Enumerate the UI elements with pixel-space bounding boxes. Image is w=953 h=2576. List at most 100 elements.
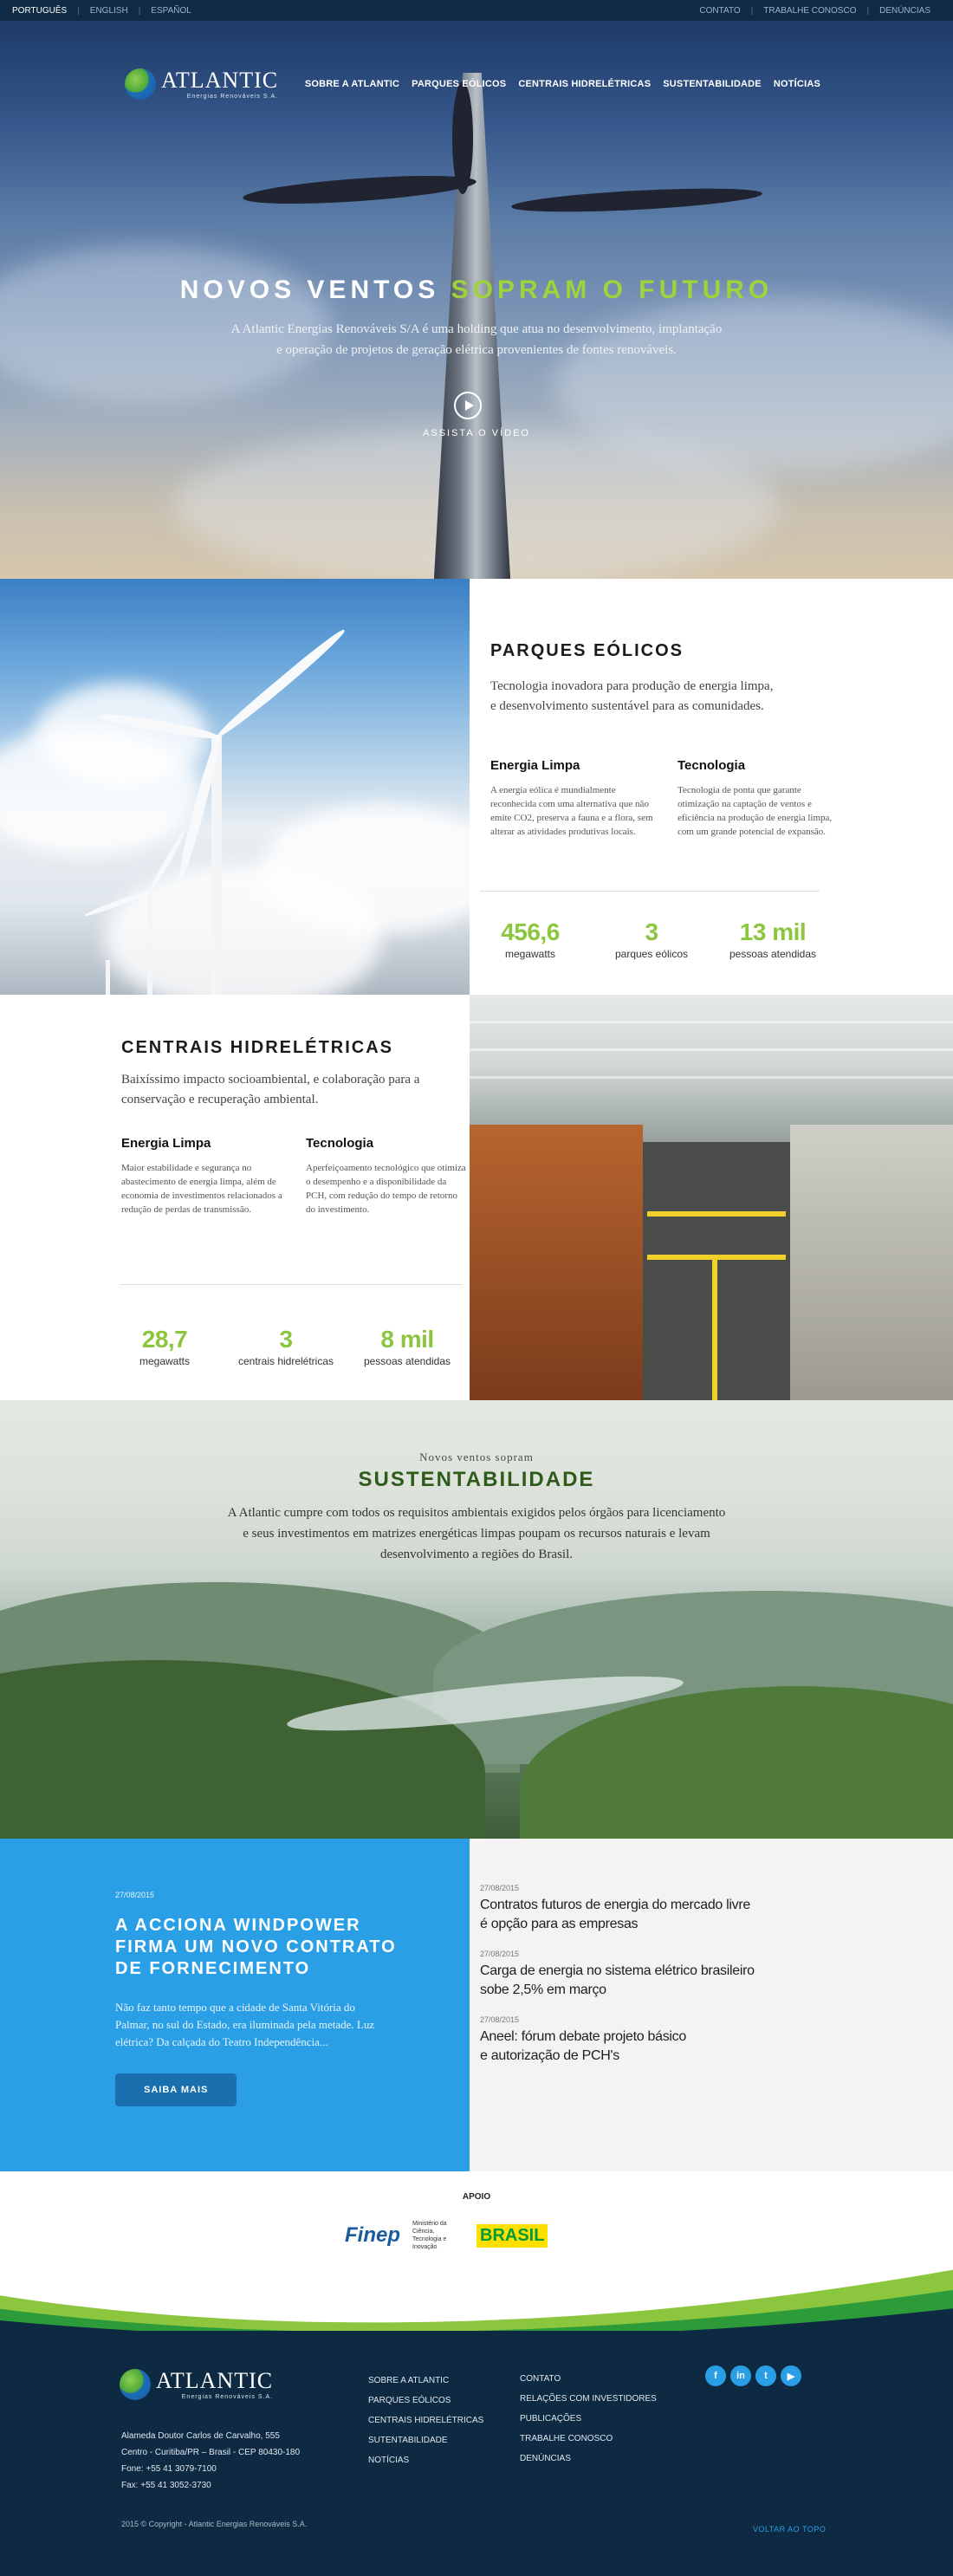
news-list-item[interactable]: 27/08/2015 Contratos futuros de energia … [480, 1884, 953, 1934]
nav-item-sustentabilidade[interactable]: SUSTENTABILIDADE [657, 79, 768, 89]
feature-text: A energia eólica é mundialmente reconhec… [490, 785, 653, 837]
top-link-contato[interactable]: CONTATO [689, 6, 750, 16]
brasil-logo[interactable]: BRASIL [476, 2223, 548, 2248]
back-to-top-link[interactable]: VOLTAR AO TOPO [753, 2525, 826, 2534]
sustainability-section: Novos ventos sopram SUSTENTABILIDADE A A… [0, 1400, 953, 1839]
divider [480, 891, 820, 892]
stat-value: 13 mil [739, 918, 807, 945]
logo[interactable]: ATLANTIC Energias Renováveis S.A. [125, 68, 278, 100]
featured-news-title[interactable]: A ACCIONA WINDPOWER FIRMA UM NOVO CONTRA… [115, 1915, 470, 1980]
linkedin-icon[interactable]: in [730, 2365, 751, 2386]
nav-item-sobre[interactable]: SOBRE A ATLANTIC [299, 79, 405, 89]
youtube-icon[interactable]: ▶ [781, 2365, 801, 2386]
feature-title: Tecnologia [677, 758, 746, 773]
decorative-wave [0, 2269, 953, 2331]
hero-section: ATLANTIC Energias Renováveis S.A. SOBRE … [0, 21, 953, 579]
top-link-denuncias[interactable]: DENÚNCIAS [869, 6, 941, 16]
footer: ATLANTIC Energias Renováveis S.A. Alamed… [0, 2331, 953, 2576]
turbine-mast [147, 891, 152, 995]
lang-espanol[interactable]: ESPAÑOL [140, 6, 202, 16]
stat-label: megawatts [139, 1355, 191, 1367]
wind-stats: 456,6 megawatts 3 parques eólicos 13 mil… [470, 918, 833, 960]
title-line: e autorização de PCH's [480, 2048, 619, 2063]
footer-link[interactable]: SUTENTABILIDADE [368, 2430, 483, 2450]
news-title: Aneel: fórum debate projeto básico e aut… [480, 2028, 953, 2066]
logo-text: ATLANTIC [156, 2367, 274, 2393]
stat-label: pessoas atendidas [729, 948, 817, 960]
footer-link[interactable]: CONTATO [520, 2369, 657, 2389]
stat-parks: 3 parques eólicos [591, 918, 712, 960]
wind-parks-section: PARQUES EÓLICOS Tecnologia inovadora par… [0, 579, 953, 995]
wall [790, 1125, 953, 1400]
footer-link[interactable]: PARQUES EÓLICOS [368, 2391, 483, 2411]
footer-link[interactable]: NOTÍCIAS [368, 2450, 483, 2470]
title-line: FIRMA UM NOVO CONTRATO [115, 1937, 397, 1956]
copyright: 2015 © Copyright - Atlantic Energias Ren… [121, 2520, 308, 2528]
news-list-item[interactable]: 27/08/2015 Carga de energia no sistema e… [480, 1950, 953, 2000]
nav-item-noticias[interactable]: NOTÍCIAS [768, 79, 827, 89]
logo-globe-icon [120, 2369, 151, 2400]
play-video-icon[interactable] [454, 392, 482, 419]
hero-title: NOVOS VENTOS SOPRAM O FUTURO [0, 276, 953, 305]
news-list-item[interactable]: 27/08/2015 Aneel: fórum debate projeto b… [480, 2015, 953, 2066]
footer-link[interactable]: SOBRE A ATLANTIC [368, 2371, 483, 2391]
feature-title: Energia Limpa [490, 758, 580, 773]
logo-tagline: Energias Renováveis S.A. [181, 2393, 274, 2400]
nav-item-parques[interactable]: PARQUES EÓLICOS [405, 79, 512, 89]
phone-line: Fone: +55 41 3079-7100 [121, 2464, 217, 2474]
news-date: 27/08/2015 [480, 1950, 520, 1958]
hero-title-white: NOVOS VENTOS [179, 276, 440, 304]
title-line: A ACCIONA WINDPOWER [115, 1916, 361, 1935]
watch-video-label[interactable]: ASSISTA O VÍDEO [0, 428, 953, 438]
footer-link[interactable]: DENÚNCIAS [520, 2449, 657, 2469]
logo-tagline: Energias Renováveis S.A. [186, 93, 279, 100]
read-more-button[interactable]: SAIBA MAIS [115, 2073, 237, 2106]
footer-logo[interactable]: ATLANTIC Energias Renováveis S.A. [120, 2369, 273, 2400]
feature-text: Tecnologia de ponta que garante otimizaç… [677, 785, 833, 837]
feature-technology: Tecnologia Tecnologia de ponta que garan… [677, 758, 842, 839]
stat-people: 13 mil pessoas atendidas [712, 918, 833, 960]
logo-text: ATLANTIC [161, 67, 279, 93]
lang-english[interactable]: ENGLISH [80, 6, 139, 16]
yellow-ladder [712, 1255, 717, 1400]
stat-value: 3 [645, 918, 658, 945]
footer-link[interactable]: RELAÇÕES COM INVESTIDORES [520, 2389, 657, 2409]
news-date: 27/08/2015 [115, 1891, 155, 1899]
news-date: 27/08/2015 [480, 1884, 520, 1892]
nav-item-centrais[interactable]: CENTRAIS HIDRELÉTRICAS [512, 79, 657, 89]
stat-label: parques eólicos [614, 948, 689, 960]
top-links: CONTATO | TRABALHE CONOSCO | DENÚNCIAS [689, 6, 941, 16]
stat-megawatts: 456,6 megawatts [470, 918, 591, 960]
hydro-text: CENTRAIS HIDRELÉTRICAS Baixíssimo impact… [0, 995, 470, 1400]
footer-link[interactable]: CENTRAIS HIDRELÉTRICAS [368, 2411, 483, 2430]
wind-parks-text: PARQUES EÓLICOS Tecnologia inovadora par… [470, 579, 953, 995]
news-title: Contratos futuros de energia do mercado … [480, 1896, 953, 1934]
stat-label: megawatts [504, 948, 556, 960]
footer-link[interactable]: PUBLICAÇÕES [520, 2409, 657, 2429]
desc-line: A Atlantic cumpre com todos os requisito… [227, 1506, 726, 1520]
stat-value: 28,7 [141, 1326, 188, 1353]
roof-beam [470, 1021, 953, 1023]
stat-value: 456,6 [501, 918, 560, 945]
roof-beam [470, 1048, 953, 1051]
mcti-logo[interactable]: Ministério da Ciência, Tecnologia e Inov… [412, 2220, 464, 2251]
news-section: 27/08/2015 A ACCIONA WINDPOWER FIRMA UM … [0, 1839, 953, 2171]
facebook-icon[interactable]: f [705, 2365, 726, 2386]
stat-value: 3 [279, 1326, 293, 1353]
desc-line: Baixíssimo impacto socioambiental, e col… [121, 1073, 420, 1087]
featured-news: 27/08/2015 A ACCIONA WINDPOWER FIRMA UM … [0, 1839, 470, 2171]
top-link-trabalhe[interactable]: TRABALHE CONOSCO [753, 6, 866, 16]
feature-title: Energia Limpa [121, 1136, 211, 1151]
lang-portugues[interactable]: PORTUGUÊS [12, 6, 77, 16]
stat-label: pessoas atendidas [363, 1355, 451, 1367]
news-date: 27/08/2015 [480, 2015, 520, 2024]
hydro-features: Energia Limpa Maior estabilidade e segur… [121, 1136, 468, 1217]
footer-link[interactable]: TRABALHE CONOSCO [520, 2429, 657, 2449]
turbine-blade [215, 626, 348, 741]
twitter-icon[interactable]: t [755, 2365, 776, 2386]
main-nav: ATLANTIC Energias Renováveis S.A. SOBRE … [0, 61, 953, 107]
news-title: Carga de energia no sistema elétrico bra… [480, 1962, 953, 2000]
finep-logo[interactable]: Finep [345, 2223, 400, 2248]
stat-megawatts: 28,7 megawatts [104, 1326, 225, 1367]
feature-text: Maior estabilidade e segurança no abaste… [121, 1163, 282, 1215]
